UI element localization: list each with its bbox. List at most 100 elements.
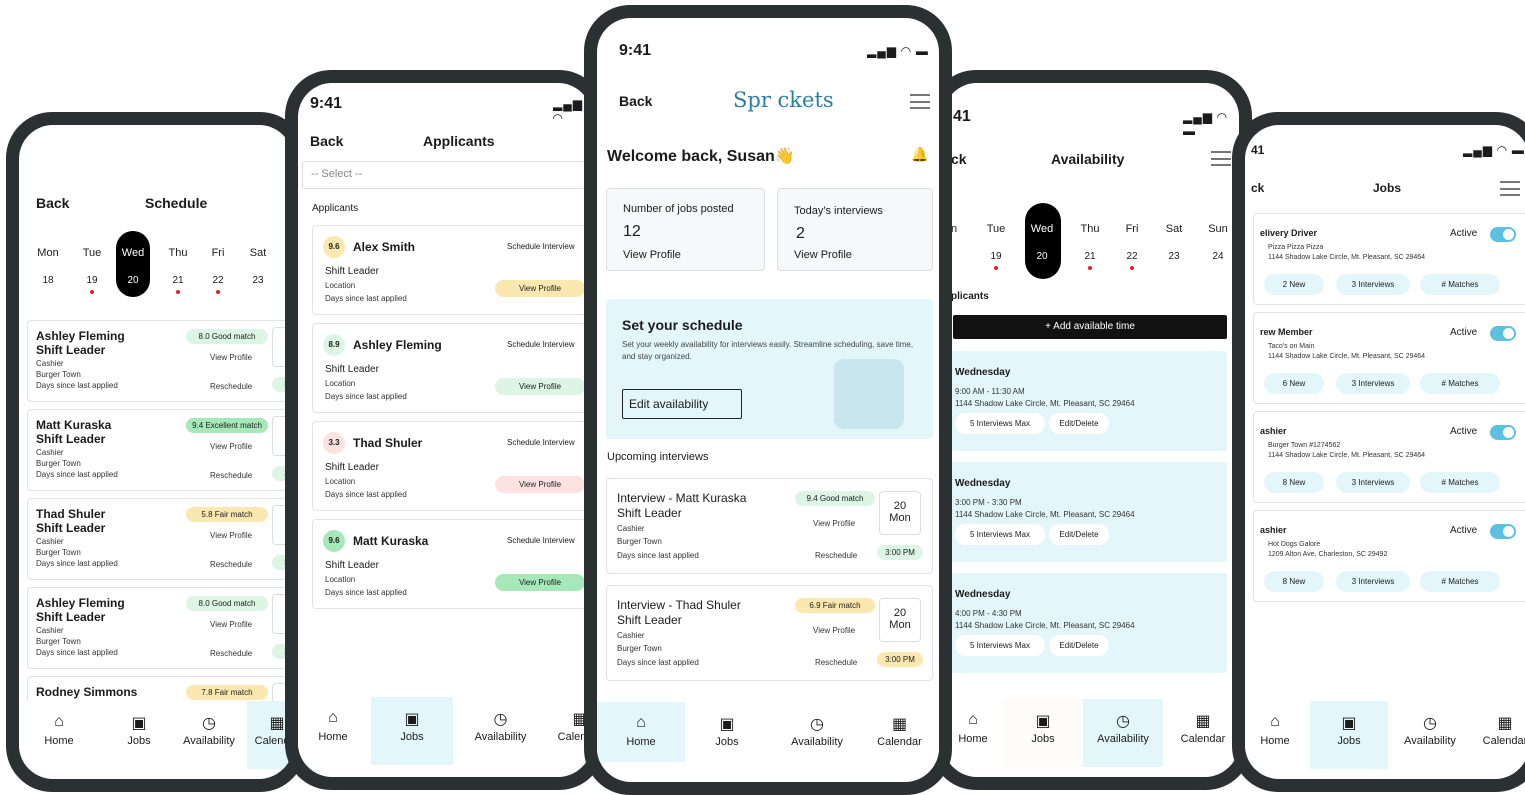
nav-availability[interactable]: ◷ Availability <box>1395 701 1465 769</box>
reschedule-link[interactable]: Reschedule <box>815 658 857 667</box>
schedule-card[interactable]: Ashley Fleming Shift Leader Cashier Burger … <box>27 320 293 402</box>
back-button[interactable]: Back <box>310 133 343 149</box>
view-profile-link[interactable]: View Profile <box>210 620 252 629</box>
view-profile-button[interactable]: View Profile <box>495 280 585 297</box>
interviews-max-button[interactable]: 5 Interviews Max <box>955 524 1045 545</box>
applicant-card[interactable]: 3.3 Thad Shuler Schedule Interview Shift Le… <box>312 421 592 511</box>
edit-delete-button[interactable]: Edit/Delete <box>1049 635 1109 656</box>
edit-availability-button[interactable]: Edit availability <box>622 389 742 419</box>
reschedule-link[interactable]: Reschedule <box>210 471 252 480</box>
add-time-button[interactable]: + Add available time <box>953 315 1227 339</box>
schedule-card[interactable]: Matt Kuraska Shift Leader Cashier Burger To… <box>27 409 293 491</box>
matches-button[interactable]: # Matches <box>1420 373 1500 394</box>
schedule-card[interactable]: Thad Shuler Shift Leader Cashier Burger Tow… <box>27 498 293 580</box>
day-2[interactable]: Wed 20 <box>116 247 150 286</box>
job-card[interactable]: rew Member Active Taco's on Main 1144 Shado… <box>1253 312 1525 404</box>
back-button[interactable]: ck <box>951 151 967 167</box>
interviews-button[interactable]: 3 Interviews <box>1336 472 1410 493</box>
schedule-interview-link[interactable]: Schedule Interview <box>507 242 575 251</box>
applicant-card[interactable]: 9.6 Matt Kuraska Schedule Interview Shift L… <box>312 519 592 609</box>
reschedule-link[interactable]: Reschedule <box>210 560 252 569</box>
day-4[interactable]: Fri 22 <box>201 247 235 294</box>
day-5[interactable]: Sat 23 <box>1157 223 1191 262</box>
back-button[interactable]: Back <box>36 195 69 211</box>
view-profile-button[interactable]: View Profile <box>495 574 585 591</box>
day-3[interactable]: Thu 21 <box>1073 223 1107 270</box>
interview-card[interactable]: Interview - Thad Shuler Shift Leader Cashi… <box>606 585 933 681</box>
reschedule-link[interactable]: Reschedule <box>210 382 252 391</box>
active-toggle[interactable] <box>1490 425 1516 440</box>
reschedule-link[interactable]: Reschedule <box>815 551 857 560</box>
schedule-card[interactable]: Ashley Fleming Shift Leader Cashier Burger … <box>27 587 293 669</box>
view-profile-link[interactable]: View Profile <box>210 353 252 362</box>
new-applicants-button[interactable]: 8 New <box>1264 571 1324 592</box>
interviews-max-button[interactable]: 5 Interviews Max <box>955 413 1045 434</box>
bell-icon[interactable]: 🔔 <box>911 146 928 163</box>
view-profile-button[interactable]: View Profile <box>495 476 585 493</box>
new-applicants-button[interactable]: 8 New <box>1264 472 1324 493</box>
applicant-card[interactable]: 9.6 Alex Smith Schedule Interview Shift Lea… <box>312 225 592 315</box>
view-link[interactable]: View Profile <box>623 249 681 261</box>
nav-jobs[interactable]: ▣ Jobs <box>697 702 757 762</box>
interview-card[interactable]: Interview - Matt Kuraska Shift Leader Cash… <box>606 478 933 574</box>
nav-availability[interactable]: ◷ Availability <box>777 702 857 762</box>
nav-home[interactable]: ⌂ Home <box>308 697 358 765</box>
nav-home[interactable]: ⌂ Home <box>1250 701 1300 769</box>
menu-icon[interactable] <box>1500 181 1520 196</box>
new-applicants-button[interactable]: 6 New <box>1264 373 1324 394</box>
new-applicants-button[interactable]: 2 New <box>1264 274 1324 295</box>
interviews-button[interactable]: 3 Interviews <box>1336 274 1410 295</box>
day-3[interactable]: Thu 21 <box>161 247 195 294</box>
day-0[interactable]: Mon 18 <box>31 247 65 286</box>
back-button[interactable]: Back <box>619 93 652 109</box>
interviews-max-button[interactable]: 5 Interviews Max <box>955 635 1045 656</box>
interviews-stat-card[interactable]: Today's interviews 2 View Profile <box>777 188 933 271</box>
matches-button[interactable]: # Matches <box>1420 274 1500 295</box>
menu-icon[interactable] <box>910 94 930 109</box>
nav-home[interactable]: ⌂ Home <box>34 701 84 769</box>
nav-home[interactable]: ⌂ Home <box>597 702 685 762</box>
menu-icon[interactable] <box>1211 151 1231 166</box>
job-card[interactable]: elivery Driver Active Pizza Pizza Pizza 114… <box>1253 213 1525 305</box>
schedule-interview-link[interactable]: Schedule Interview <box>507 438 575 447</box>
nav-home[interactable]: ⌂ Home <box>948 699 998 767</box>
day-5[interactable]: Sat 23 <box>241 247 275 286</box>
day-2[interactable]: Wed 20 <box>1025 223 1059 262</box>
job-card[interactable]: ashier Active Burger Town #1274562 1144 Sha… <box>1253 411 1525 503</box>
reschedule-link[interactable]: Reschedule <box>210 649 252 658</box>
nav-availability[interactable]: ◷ Availability <box>1083 699 1163 767</box>
nav-calendar[interactable]: ▦ Calendar <box>1475 701 1525 769</box>
jobs-stat-card[interactable]: Number of jobs posted 12 View Profile <box>606 188 765 271</box>
nav-availability[interactable]: ◷ Availability <box>174 701 244 769</box>
day-4[interactable]: Fri 22 <box>1115 223 1149 270</box>
view-profile-link[interactable]: View Profile <box>813 519 855 528</box>
day-6[interactable]: Sun 24 <box>1201 223 1235 262</box>
back-button[interactable]: ck <box>1251 181 1264 195</box>
view-link[interactable]: View Profile <box>794 249 852 261</box>
view-profile-link[interactable]: View Profile <box>813 626 855 635</box>
matches-button[interactable]: # Matches <box>1420 571 1500 592</box>
applicant-card[interactable]: 8.9 Ashley Fleming Schedule Interview Shift… <box>312 323 592 413</box>
view-profile-link[interactable]: View Profile <box>210 442 252 451</box>
view-profile-link[interactable]: View Profile <box>210 531 252 540</box>
select-dropdown[interactable]: -- Select -- <box>302 161 592 189</box>
job-card[interactable]: ashier Active Hot Dogs Galore 1209 Alton Av… <box>1253 510 1525 602</box>
day-1[interactable]: Tue 19 <box>979 223 1013 270</box>
edit-delete-button[interactable]: Edit/Delete <box>1049 413 1109 434</box>
active-toggle[interactable] <box>1490 227 1516 242</box>
nav-jobs[interactable]: ▣ Jobs <box>1310 701 1388 769</box>
view-profile-button[interactable]: View Profile <box>495 378 585 395</box>
nav-jobs[interactable]: ▣ Jobs <box>1003 699 1083 767</box>
interviews-button[interactable]: 3 Interviews <box>1336 373 1410 394</box>
active-toggle[interactable] <box>1490 524 1516 539</box>
schedule-interview-link[interactable]: Schedule Interview <box>507 536 575 545</box>
nav-availability[interactable]: ◷ Availability <box>463 697 538 765</box>
nav-calendar[interactable]: ▦ Calendar <box>1168 699 1238 767</box>
day-1[interactable]: Tue 19 <box>75 247 109 294</box>
matches-button[interactable]: # Matches <box>1420 472 1500 493</box>
schedule-interview-link[interactable]: Schedule Interview <box>507 340 575 349</box>
active-toggle[interactable] <box>1490 326 1516 341</box>
nav-jobs[interactable]: ▣ Jobs <box>109 701 169 769</box>
nav-calendar[interactable]: ▦ Calendar <box>867 702 932 762</box>
edit-delete-button[interactable]: Edit/Delete <box>1049 524 1109 545</box>
